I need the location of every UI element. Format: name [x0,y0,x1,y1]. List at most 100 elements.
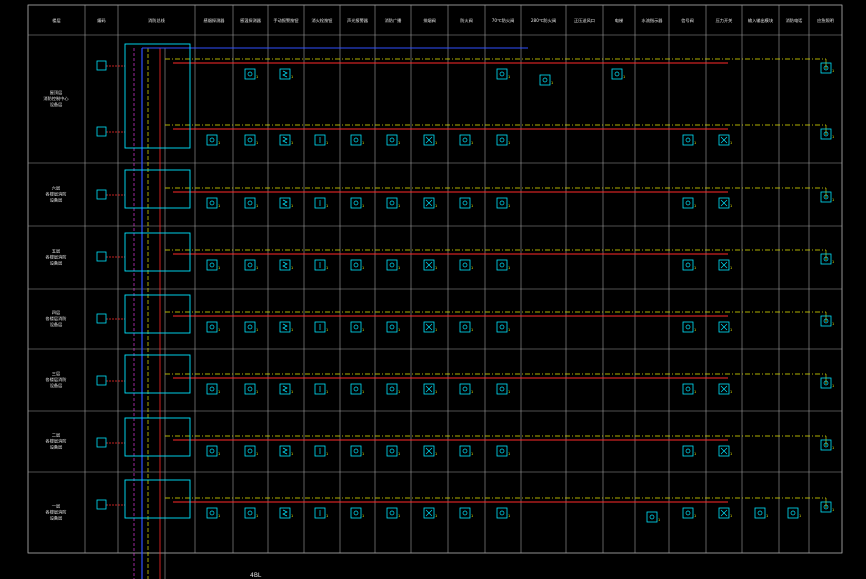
svg-text:1: 1 [398,141,400,145]
speaker-icon: 1 [718,445,732,457]
svg-text:1: 1 [291,452,293,456]
damper-icon: 1 [539,74,553,86]
manual-alarm-icon: 1 [350,383,364,395]
floor-label: 各楼层消防 [46,315,67,322]
svg-text:1: 1 [291,204,293,208]
damper-icon: 1 [682,445,696,457]
header-20: 应急照明 [817,17,834,24]
svg-text:1: 1 [471,328,473,332]
floor-label: 各楼层消防 [46,254,67,261]
svg-text:1: 1 [694,266,696,270]
fan-icon: 1 [459,321,473,333]
svg-text:1: 1 [471,390,473,394]
telephone-icon: 1 [820,501,834,513]
header-18: 输入输出模块 [748,17,774,24]
header-4: 感温探测器 [240,17,262,24]
speaker-icon: 1 [423,445,437,457]
svg-text:1: 1 [291,514,293,518]
svg-text:1: 1 [256,390,258,394]
speaker-icon: 1 [423,197,437,209]
encoder-icon [96,60,107,71]
floor-label: 各楼层消防 [46,376,67,383]
svg-text:1: 1 [435,328,437,332]
floor-label: 设备层 [50,197,63,204]
svg-text:1: 1 [362,514,364,518]
svg-text:1: 1 [218,390,220,394]
module-icon: 1 [244,68,258,80]
damper-icon: 1 [682,134,696,146]
svg-text:1: 1 [694,514,696,518]
svg-text:1: 1 [435,452,437,456]
manual-alarm-icon: 1 [350,259,364,271]
svg-text:1: 1 [508,514,510,518]
svg-text:1: 1 [256,75,258,79]
floor-label: 消防控制中心 [43,95,69,102]
svg-text:1: 1 [256,328,258,332]
hydrant-button-icon: 1 [386,507,400,519]
svg-text:1: 1 [471,204,473,208]
module-icon: 1 [206,134,220,146]
fan-icon: 1 [459,134,473,146]
svg-text:1: 1 [256,204,258,208]
header-5: 手动报警按钮 [273,17,298,24]
control-panel [124,354,191,394]
damper-icon: 1 [496,68,510,80]
header-1: 编码 [97,17,105,24]
hydrant-button-icon: 1 [386,259,400,271]
floor-label: 设备层 [50,515,63,522]
svg-text:1: 1 [398,266,400,270]
fire-alarm-system-diagram: 1 1 1 1 1 1 1 1 1 1 1 1 1 1 1 1 1 1 1 1 1 1 1 1 1 1 1 1 1 1 1 1 1 1 1 1 1 1 1 1… [27,4,843,579]
svg-text:1: 1 [362,204,364,208]
svg-text:1: 1 [326,390,328,394]
header-8: 消防广播 [385,17,403,24]
control-panel [124,479,191,519]
control-panel [124,232,191,272]
header-10: 防火阀 [460,17,473,24]
module-icon: 1 [244,383,258,395]
svg-text:1: 1 [326,141,328,145]
floor-label: 设备层 [50,382,63,389]
svg-text:1: 1 [218,514,220,518]
svg-text:1: 1 [471,452,473,456]
telephone-icon: 1 [820,315,834,327]
svg-text:1: 1 [326,204,328,208]
header-16: 信号阀 [681,17,694,24]
module-icon: 1 [244,134,258,146]
floor-label: 六层 [52,185,60,192]
hydrant-button-icon: 1 [386,321,400,333]
svg-text:1: 1 [218,452,220,456]
fan-icon: 1 [459,445,473,457]
smoke-detector-icon: 1 [279,197,293,209]
telephone-icon: 1 [820,191,834,203]
table-grid [27,4,843,554]
damper-icon: 1 [496,259,510,271]
header-0: 楼层 [52,17,60,24]
svg-text:1: 1 [291,266,293,270]
encoder-icon [96,189,107,200]
module-icon: 1 [206,383,220,395]
hydrant-button-icon: 1 [386,197,400,209]
svg-text:1: 1 [362,266,364,270]
floor-label: 各楼层消防 [46,438,67,445]
module-icon: 1 [206,197,220,209]
module-icon: 1 [206,259,220,271]
svg-text:1: 1 [730,141,732,145]
header-11: 70℃防火阀 [492,17,515,24]
damper-icon: 1 [682,383,696,395]
device-symbols: 1 1 1 1 1 1 1 1 1 1 1 1 1 1 1 1 1 1 1 1 1 1 1 1 1 1 1 1 1 1 1 1 1 1 1 1 1 1 1 1… [96,43,834,523]
damper-icon: 1 [496,445,510,457]
damper-icon: 1 [496,134,510,146]
telephone-icon: 1 [820,62,834,74]
encoder-icon [96,126,107,137]
speaker-icon: 1 [423,507,437,519]
floor-label: 设备层 [50,444,63,451]
svg-text:1: 1 [256,514,258,518]
heat-detector-icon: 1 [314,134,328,146]
telephone-icon: 1 [820,128,834,140]
svg-text:1: 1 [362,328,364,332]
header-17: 压力开关 [716,17,733,24]
svg-text:1: 1 [832,508,834,512]
svg-text:1: 1 [435,141,437,145]
module-icon: 1 [244,197,258,209]
header-6: 消火栓按钮 [312,17,333,24]
